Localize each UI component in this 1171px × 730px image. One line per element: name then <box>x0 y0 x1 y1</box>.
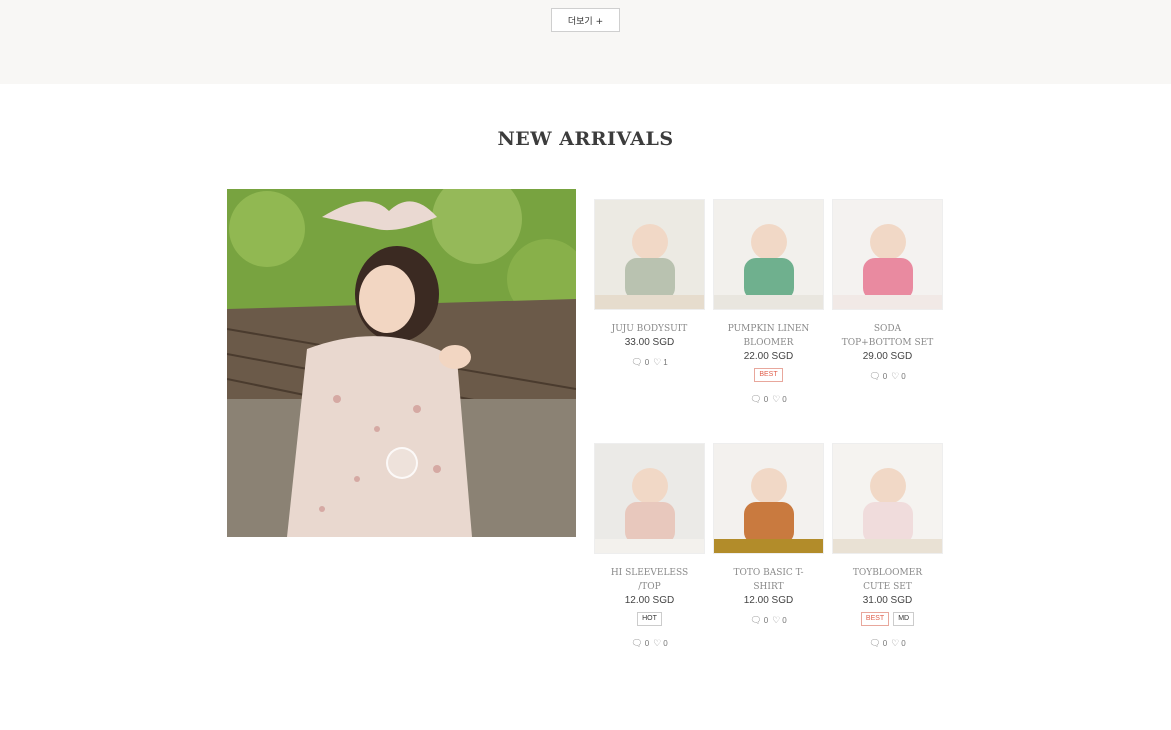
feature-image[interactable] <box>227 189 576 537</box>
play-icon[interactable] <box>386 447 418 479</box>
like-count-value: 0 <box>901 372 906 381</box>
like-count-value: 0 <box>782 616 787 625</box>
heart-icon: ♡ <box>772 615 781 625</box>
product-card[interactable]: TOYBLOOMER CUTE SET 31.00 SGD BEST MD 🗨 0 ♡ 0 <box>832 443 943 649</box>
product-stats: 🗨 0 ♡ 0 <box>713 615 824 626</box>
badge-row: HOT <box>594 612 705 626</box>
more-button[interactable]: 더보기 + <box>551 8 620 32</box>
heart-icon: ♡ <box>772 394 781 404</box>
comment-icon: 🗨 <box>750 394 762 404</box>
product-card[interactable]: PUMPKIN LINEN BLOOMER 22.00 SGD BEST 🗨 0 ♡ 0 <box>713 199 824 405</box>
comment-count-value: 0 <box>763 395 769 404</box>
product-name[interactable]: PUMPKIN LINEN BLOOMER <box>713 322 824 350</box>
product-name[interactable]: TOTO BASIC T-SHIRT <box>713 566 824 594</box>
product-stats: 🗨 0 ♡ 0 <box>594 638 705 649</box>
product-thumbnail[interactable] <box>594 199 705 310</box>
product-photo <box>714 200 823 309</box>
badge-row: BEST <box>713 368 824 382</box>
product-card[interactable]: SODA TOP+BOTTOM SET 29.00 SGD 🗨 0 ♡ 0 <box>832 199 943 382</box>
product-thumbnail[interactable] <box>594 443 705 554</box>
product-card[interactable]: JUJU BODYSUIT 33.00 SGD 🗨 0 ♡ 1 <box>594 199 705 368</box>
product-thumbnail[interactable] <box>832 443 943 554</box>
top-band: 더보기 + <box>0 0 1171 84</box>
product-price: 29.00 SGD <box>862 351 913 362</box>
product-price: 12.00 SGD <box>624 595 675 606</box>
like-count-value: 0 <box>901 639 906 648</box>
comment-count[interactable]: 🗨 0 <box>750 394 768 405</box>
like-count-value: 1 <box>663 358 668 367</box>
like-count[interactable]: ♡ 0 <box>772 394 787 405</box>
comment-icon: 🗨 <box>631 638 643 648</box>
comment-count[interactable]: 🗨 0 <box>631 638 649 649</box>
like-count[interactable]: ♡ 0 <box>891 371 906 382</box>
product-card[interactable]: TOTO BASIC T-SHIRT 12.00 SGD 🗨 0 ♡ 0 <box>713 443 824 626</box>
comment-icon: 🗨 <box>750 615 762 625</box>
comment-icon: 🗨 <box>869 371 881 381</box>
heart-icon: ♡ <box>653 357 662 367</box>
badge-row: BEST MD <box>832 612 943 626</box>
like-count[interactable]: ♡ 0 <box>772 615 787 626</box>
product-photo <box>595 200 704 309</box>
comment-count-value: 0 <box>644 639 650 648</box>
like-count[interactable]: ♡ 0 <box>891 638 906 649</box>
comment-count-value: 0 <box>763 616 769 625</box>
comment-count-value: 0 <box>882 372 888 381</box>
product-name[interactable]: SODA TOP+BOTTOM SET <box>832 322 943 350</box>
best-badge: BEST <box>754 368 783 382</box>
product-price: 22.00 SGD <box>743 351 794 362</box>
md-badge: MD <box>893 612 915 626</box>
product-thumbnail[interactable] <box>832 199 943 310</box>
like-count[interactable]: ♡ 1 <box>653 357 668 368</box>
product-thumbnail[interactable] <box>713 199 824 310</box>
product-name[interactable]: TOYBLOOMER CUTE SET <box>832 566 943 594</box>
product-price: 31.00 SGD <box>862 595 913 606</box>
product-stats: 🗨 0 ♡ 0 <box>832 638 943 649</box>
heart-icon: ♡ <box>653 638 662 648</box>
best-badge: BEST <box>860 612 890 626</box>
product-price: 12.00 SGD <box>743 595 794 606</box>
heart-icon: ♡ <box>891 371 900 381</box>
like-count[interactable]: ♡ 0 <box>653 638 668 649</box>
like-count-value: 0 <box>782 395 787 404</box>
comment-count-value: 0 <box>882 639 888 648</box>
hot-badge: HOT <box>637 612 662 626</box>
product-name[interactable]: JUJU BODYSUIT <box>594 322 705 336</box>
comment-count[interactable]: 🗨 0 <box>869 371 887 382</box>
like-count-value: 0 <box>663 639 668 648</box>
heart-icon: ♡ <box>891 638 900 648</box>
product-card[interactable]: HI SLEEVELESS /TOP 12.00 SGD HOT 🗨 0 ♡ 0 <box>594 443 705 649</box>
product-stats: 🗨 0 ♡ 0 <box>832 371 943 382</box>
comment-count-value: 0 <box>644 358 650 367</box>
comment-count[interactable]: 🗨 0 <box>631 357 649 368</box>
section-title: NEW ARRIVALS <box>497 128 674 150</box>
comment-count[interactable]: 🗨 0 <box>869 638 887 649</box>
product-photo <box>833 200 942 309</box>
feature-illustration <box>227 189 576 537</box>
product-photo <box>595 444 704 553</box>
comment-count[interactable]: 🗨 0 <box>750 615 768 626</box>
product-photo <box>833 444 942 553</box>
comment-icon: 🗨 <box>631 357 643 367</box>
product-thumbnail[interactable] <box>713 443 824 554</box>
comment-icon: 🗨 <box>869 638 881 648</box>
product-stats: 🗨 0 ♡ 0 <box>713 394 824 405</box>
product-stats: 🗨 0 ♡ 1 <box>594 357 705 368</box>
product-price: 33.00 SGD <box>624 337 675 348</box>
product-name[interactable]: HI SLEEVELESS /TOP <box>594 566 705 594</box>
product-photo <box>714 444 823 553</box>
